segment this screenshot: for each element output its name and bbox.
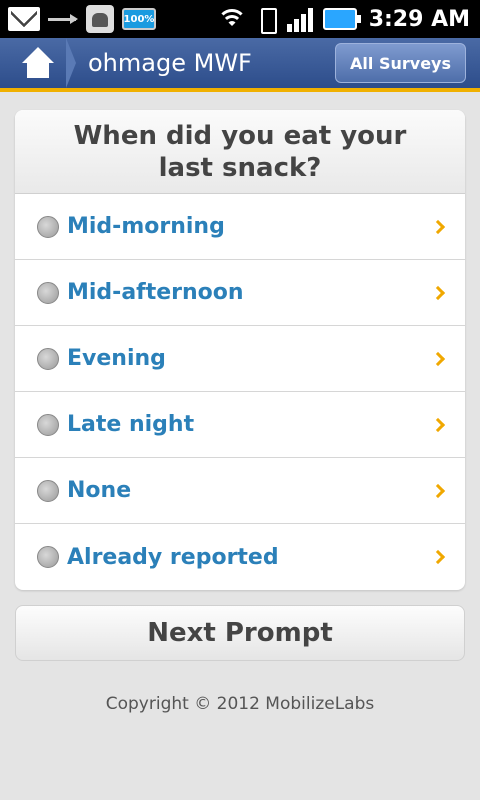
chevron-right-icon [430, 219, 446, 234]
option-mid-morning[interactable]: Mid-morning [15, 194, 465, 260]
question-card: When did you eat your last snack? Mid-mo… [15, 110, 465, 590]
home-button[interactable] [0, 38, 76, 88]
option-already-reported[interactable]: Already reported [15, 524, 465, 590]
option-label: Mid-afternoon [67, 280, 244, 305]
option-late-night[interactable]: Late night [15, 392, 465, 458]
status-bar-system: 3:29 AM [216, 6, 480, 34]
home-icon [19, 47, 57, 79]
signal-icon [286, 6, 317, 32]
all-surveys-button[interactable]: All Surveys [335, 43, 466, 83]
option-label: None [67, 478, 132, 503]
option-label: Mid-morning [67, 214, 225, 239]
option-label: Late night [67, 412, 195, 437]
option-label: Evening [67, 346, 166, 371]
radio-icon[interactable] [37, 215, 59, 238]
chevron-right-icon [430, 285, 446, 300]
next-prompt-button[interactable]: Next Prompt [15, 605, 465, 661]
radio-icon[interactable] [37, 413, 59, 436]
vibrate-icon [253, 6, 281, 34]
page-title: ohmage MWF [88, 49, 252, 77]
radio-icon[interactable] [37, 281, 59, 304]
battery-small-icon: 100% [122, 8, 156, 30]
radio-icon[interactable] [37, 546, 59, 568]
chevron-right-icon [430, 549, 446, 565]
radio-icon[interactable] [37, 347, 59, 370]
status-bar-notifications: 100% [0, 5, 156, 33]
option-evening[interactable]: Evening [15, 326, 465, 392]
copyright-text: Copyright © 2012 MobilizeLabs [105, 694, 375, 714]
app-header: ohmage MWF All Surveys [0, 38, 480, 92]
option-mid-afternoon[interactable]: Mid-afternoon [15, 260, 465, 326]
usb-icon [48, 10, 78, 28]
battery-icon [322, 8, 361, 30]
wifi-icon [216, 7, 247, 31]
chevron-right-icon [430, 417, 446, 432]
radio-icon[interactable] [37, 479, 59, 502]
status-bar: 100% 3:29 AM [0, 0, 480, 38]
gmail-icon [8, 7, 40, 31]
chevron-right-icon [430, 483, 446, 498]
clock: 3:29 AM [368, 6, 470, 32]
option-label: Already reported [67, 544, 279, 570]
chevron-right-icon [430, 351, 446, 366]
android-debug-icon [86, 5, 114, 33]
question-text: When did you eat your last snack? [15, 110, 465, 194]
option-none[interactable]: None [15, 458, 465, 524]
